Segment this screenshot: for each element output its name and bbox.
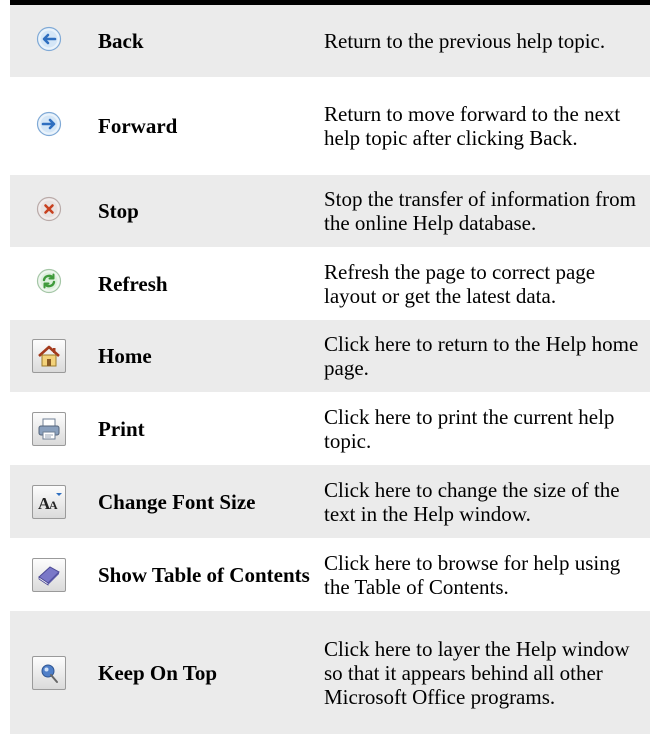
- button-description: Click here to change the size of the tex…: [312, 465, 650, 538]
- change-font-size-icon: AA: [32, 484, 66, 519]
- table-row: Refresh Refresh the page to correct page…: [10, 247, 650, 320]
- keep-on-top-pushpin-icon: [32, 655, 66, 690]
- button-name: Back: [88, 5, 312, 77]
- table-row: Print Click here to print the current he…: [10, 392, 650, 465]
- table-row: Back Return to the previous help topic.: [10, 5, 650, 77]
- table-row: AA Change Font Size Click here to change…: [10, 465, 650, 538]
- back-arrow-icon: [36, 26, 62, 57]
- refresh-icon: [36, 268, 62, 299]
- help-toolbar-reference: Back Return to the previous help topic. …: [0, 0, 650, 734]
- button-description: Click here to return to the Help home pa…: [312, 320, 650, 392]
- table-row: Stop Stop the transfer of information fr…: [10, 175, 650, 247]
- button-description: Stop the transfer of information from th…: [312, 175, 650, 247]
- button-name: Refresh: [98, 271, 168, 296]
- button-description: Refresh the page to correct page layout …: [324, 259, 596, 308]
- button-name: Show Table of Contents: [98, 562, 310, 587]
- button-description: Click here to layer the Help window so t…: [312, 611, 650, 734]
- button-description: Click here to browse for help using the …: [324, 550, 621, 599]
- button-description: Return to move forward to the next help …: [324, 102, 621, 150]
- home-icon: [32, 339, 66, 373]
- button-description: Click here to print the current help top…: [324, 404, 615, 453]
- print-icon: [32, 411, 66, 446]
- button-name: Change Font Size: [88, 465, 312, 538]
- button-description: Return to the previous help topic.: [312, 5, 650, 77]
- forward-arrow-icon: [36, 111, 62, 142]
- table-row: Show Table of Contents Click here to bro…: [10, 538, 650, 611]
- stop-icon: [36, 196, 62, 227]
- button-name: Print: [98, 416, 145, 441]
- table-row: Forward Return to move forward to the ne…: [10, 77, 650, 175]
- table-row: Home Click here to return to the Help ho…: [10, 320, 650, 392]
- button-name: Home: [88, 320, 312, 392]
- button-name: Keep On Top: [88, 611, 312, 734]
- help-buttons-table: Back Return to the previous help topic. …: [10, 5, 650, 734]
- svg-text:A: A: [49, 498, 58, 512]
- table-of-contents-book-icon: [32, 557, 66, 592]
- button-name: Stop: [88, 175, 312, 247]
- table-row: Keep On Top Click here to layer the Help…: [10, 611, 650, 734]
- button-name: Forward: [98, 114, 178, 138]
